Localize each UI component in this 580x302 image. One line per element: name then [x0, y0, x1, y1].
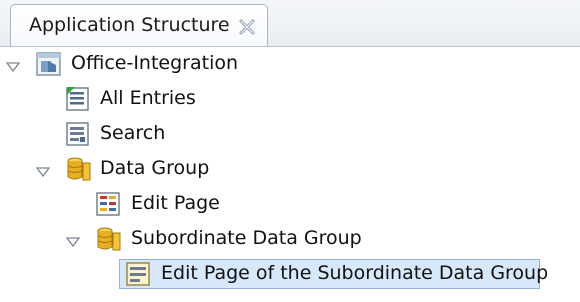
- edit-page-icon: [96, 191, 122, 217]
- tree-item-label: All Entries: [100, 87, 196, 109]
- expand-toggle-icon[interactable]: [35, 163, 51, 178]
- application-icon: [36, 51, 62, 77]
- tree-item-edit-page[interactable]: Edit Page: [0, 187, 580, 221]
- list-page-icon: [66, 86, 92, 112]
- close-icon[interactable]: [237, 17, 257, 37]
- data-group-icon: [96, 226, 122, 252]
- expand-toggle-icon[interactable]: [65, 233, 81, 248]
- tree-item-search[interactable]: Search: [0, 117, 580, 151]
- view-tab-bar: Application Structure: [0, 0, 580, 47]
- tree-item-subordinate-data-group[interactable]: Subordinate Data Group: [0, 222, 580, 256]
- tree-item-label: Search: [100, 122, 166, 144]
- expand-toggle-icon[interactable]: [5, 58, 21, 73]
- tab-application-structure[interactable]: Application Structure: [10, 4, 268, 46]
- data-group-icon: [66, 156, 92, 182]
- tree-item-office-integration[interactable]: Office-Integration: [0, 47, 580, 81]
- edit-page-icon: [126, 261, 152, 287]
- tree-item-all-entries[interactable]: All Entries: [0, 82, 580, 116]
- search-page-icon: [66, 121, 92, 147]
- application-structure-tree: Office-Integration All Entries Search Da…: [0, 47, 580, 302]
- tree-item-label: Data Group: [100, 157, 210, 179]
- tree-item-label: Office-Integration: [71, 52, 239, 74]
- tree-item-label: Subordinate Data Group: [131, 227, 362, 249]
- tree-item-label: Edit Page of the Subordinate Data Group: [161, 262, 549, 284]
- tree-item-edit-page-subordinate[interactable]: Edit Page of the Subordinate Data Group: [0, 257, 580, 291]
- tree-item-label: Edit Page: [131, 192, 220, 214]
- application-structure-view: Application Structure Office-Integration…: [0, 0, 580, 302]
- tab-title: Application Structure: [29, 14, 230, 36]
- tree-item-data-group[interactable]: Data Group: [0, 152, 580, 186]
